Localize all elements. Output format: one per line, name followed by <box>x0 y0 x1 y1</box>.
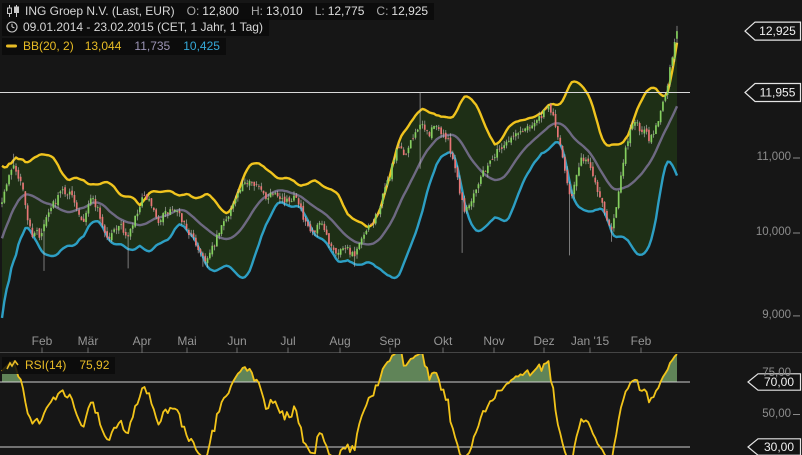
x-axis-label: Feb <box>619 334 663 348</box>
y-axis-label: 11,000 <box>757 151 791 163</box>
bb-line-icon <box>6 43 18 49</box>
rsi-axis-label: 50,00 <box>762 408 791 420</box>
x-axis-label: Apr <box>120 334 164 348</box>
rsi-value: 75,92 <box>79 358 109 372</box>
x-axis-label: Dez <box>522 334 566 348</box>
x-axis-label: Mär <box>66 334 110 348</box>
x-axis-label: Jun <box>215 334 259 348</box>
y-axis-label: 10,000 <box>756 226 791 238</box>
last-price-tag[interactable]: 12,925 <box>745 22 801 40</box>
svg-text:11,955: 11,955 <box>760 86 796 100</box>
svg-text:12,925: 12,925 <box>759 24 796 38</box>
rsi-line-icon <box>6 360 20 371</box>
candlestick-icon <box>6 5 20 17</box>
x-axis-label: Jan '15 <box>568 334 612 348</box>
price-chart-canvas[interactable]: 12,92511,95570,0030,00 <box>0 0 802 455</box>
bb-label: BB(20, 2) <box>23 39 74 53</box>
x-axis-label: Feb <box>20 334 64 348</box>
bb-middle-value: 11,735 <box>134 39 170 53</box>
trading-chart-window: 12,92511,95570,0030,00 ING Groep N.V. (L… <box>0 0 802 455</box>
ohlc-high: H:13,010 <box>244 4 303 18</box>
x-axis-label: Aug <box>318 334 362 348</box>
svg-text:30,00: 30,00 <box>764 440 794 454</box>
x-axis-label: Nov <box>472 334 516 348</box>
bb-upper-value: 13,044 <box>85 39 122 53</box>
date-range-row: 09.01.2014 - 23.02.2015 (CET, 1 Jahr, 1 … <box>2 19 269 36</box>
x-axis-label: Sep <box>368 334 412 348</box>
bb-lower-value: 10,425 <box>183 39 220 53</box>
level-line-tag[interactable]: 11,955 <box>745 84 801 102</box>
bollinger-legend-row[interactable]: BB(20, 2) 13,044 11,735 10,425 <box>2 38 226 55</box>
ohlc-close: C:12,925 <box>369 4 428 18</box>
x-axis-label: Okt <box>421 334 465 348</box>
symbol-header-row: ING Groep N.V. (Last, EUR) O:12,800 H:13… <box>2 3 434 20</box>
x-axis-label: Mai <box>165 334 209 348</box>
x-axis-label: Jul <box>266 334 310 348</box>
date-range-text: 09.01.2014 - 23.02.2015 (CET, 1 Jahr, 1 … <box>23 20 263 34</box>
rsi-level-tag[interactable]: 30,00 <box>748 439 801 455</box>
main-plot-layer <box>0 26 745 318</box>
y-axis-label: 9,000 <box>762 309 791 321</box>
rsi-axis-label: 75,00 <box>762 367 791 379</box>
ohlc-low: L:12,775 <box>308 4 365 18</box>
symbol-title: ING Groep N.V. (Last, EUR) <box>25 4 175 18</box>
clock-icon <box>6 21 18 33</box>
ohlc-open: O:12,800 <box>180 4 239 18</box>
rsi-legend-row[interactable]: RSI(14) 75,92 <box>2 357 115 374</box>
rsi-label: RSI(14) <box>25 358 66 372</box>
